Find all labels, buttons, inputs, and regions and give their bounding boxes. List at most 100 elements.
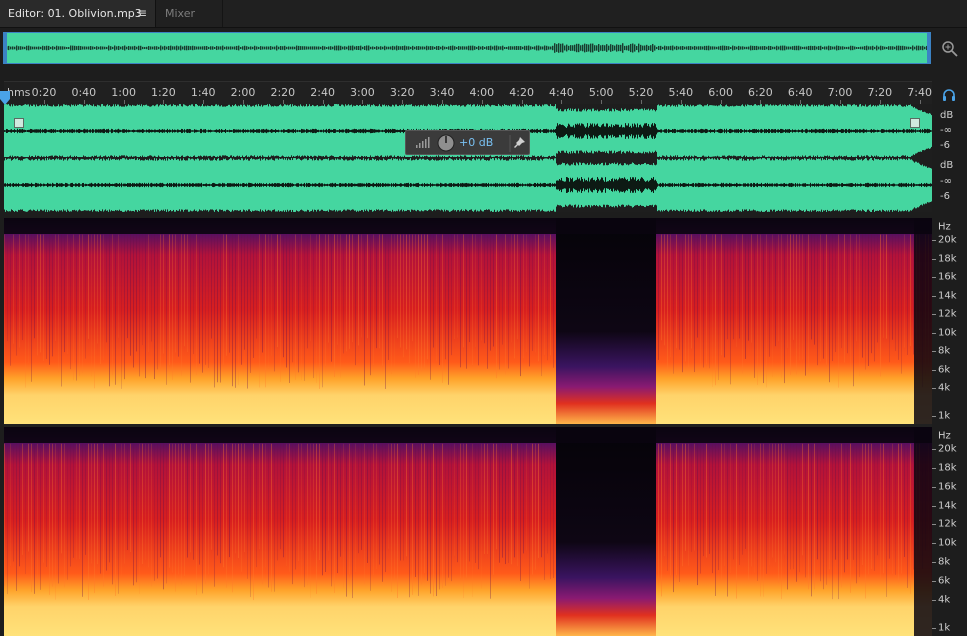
level-bars-icon xyxy=(416,137,430,148)
pin-icon[interactable] xyxy=(509,135,525,152)
waveform-centerline xyxy=(65,129,66,133)
spectrogram-streak xyxy=(682,234,683,373)
spectrogram-streak xyxy=(685,443,686,551)
waveform-centerline xyxy=(703,129,704,133)
gain-knob-icon[interactable] xyxy=(437,134,455,152)
overview-wave-sample xyxy=(586,44,588,52)
waveform-centerline xyxy=(612,178,613,192)
waveform-centerline xyxy=(575,123,576,139)
time-ruler[interactable]: hms 0:20 0:40 1:00 1:20 1:40 2:00 2:20 2:40 3:00… xyxy=(4,81,932,104)
overview-wave-sample xyxy=(878,46,880,50)
overview-wave-sample xyxy=(272,46,274,50)
waveform-centerline xyxy=(595,181,596,189)
overview-wave-sample xyxy=(868,46,870,50)
hz-label: 1k xyxy=(938,410,951,422)
waveform-centerline xyxy=(323,184,324,186)
waveform-centerline xyxy=(392,128,393,134)
spectrogram-streak xyxy=(352,443,353,599)
spectrogram-left-channel[interactable] xyxy=(4,218,932,424)
gain-hud[interactable]: +0 dB xyxy=(405,130,530,155)
resize-grip-icon[interactable] xyxy=(490,212,516,226)
waveform-centerline xyxy=(459,184,460,186)
fade-in-handle-icon[interactable] xyxy=(14,118,24,128)
zoom-icon[interactable] xyxy=(940,38,960,58)
overview-wave-sample xyxy=(22,46,24,50)
waveform-centerline xyxy=(472,183,473,187)
waveform-centerline xyxy=(713,129,714,133)
waveform-centerline xyxy=(155,129,156,133)
waveform-centerline xyxy=(90,183,91,187)
waveform-centerline xyxy=(845,183,846,187)
waveform-centerline xyxy=(24,183,25,187)
waveform-centerline xyxy=(523,184,524,186)
waveform-centerline xyxy=(859,129,860,133)
waveform-centerline xyxy=(111,183,112,187)
waveform-centerline xyxy=(323,129,324,133)
waveform-centerline xyxy=(16,183,17,187)
waveform-centerline xyxy=(881,183,882,187)
headphone-icon[interactable] xyxy=(943,86,955,101)
overview-wave-sample xyxy=(512,46,514,50)
waveform-centerline xyxy=(208,129,209,133)
overview-wave-sample xyxy=(60,46,62,50)
playhead-icon[interactable] xyxy=(0,90,10,105)
overview-wave-sample xyxy=(462,46,464,50)
waveform-display[interactable] xyxy=(4,104,932,212)
waveform-centerline xyxy=(55,129,56,133)
waveform-centerline xyxy=(371,128,372,134)
waveform-centerline xyxy=(572,177,573,193)
overview-wave-sample xyxy=(90,46,92,50)
spectrogram-streak xyxy=(724,234,725,358)
menu-icon[interactable]: ≡ xyxy=(137,0,147,27)
tab-mixer-label: Mixer xyxy=(165,7,196,20)
waveform-centerline xyxy=(592,123,593,139)
spectrogram-streak xyxy=(844,234,845,363)
spectrogram-streak xyxy=(58,443,59,584)
waveform-centerline xyxy=(657,183,658,187)
overview-wave-sample xyxy=(148,46,150,50)
waveform-centerline xyxy=(321,183,322,187)
overview-wave-sample xyxy=(140,45,142,51)
waveform-centerline xyxy=(31,182,32,188)
waveform-centerline xyxy=(615,179,616,191)
waveform-centerline xyxy=(387,129,388,133)
waveform-centerline xyxy=(271,183,272,187)
spectrogram-streak xyxy=(169,234,170,366)
overview-wave-sample xyxy=(578,43,580,53)
waveform-centerline xyxy=(586,179,587,191)
overview-wave-sample xyxy=(518,46,520,50)
waveform-centerline xyxy=(212,130,213,132)
waveform-centerline xyxy=(368,129,369,133)
spectrogram-streak xyxy=(274,443,275,592)
waveform-centerline xyxy=(646,181,647,189)
waveform-centerline xyxy=(344,130,345,132)
spectrogram-right-channel[interactable] xyxy=(4,427,932,636)
spectrogram-streak xyxy=(901,443,902,574)
waveform-centerline xyxy=(927,183,928,187)
spectrogram-streak xyxy=(487,443,488,555)
waveform-centerline xyxy=(581,177,582,193)
spectrogram-streak xyxy=(37,234,38,356)
overview-waveform[interactable] xyxy=(3,32,931,64)
waveform-centerline xyxy=(162,129,163,133)
waveform-centerline xyxy=(53,183,54,187)
waveform-centerline xyxy=(911,182,912,188)
waveform-centerline xyxy=(301,128,302,134)
waveform-centerline xyxy=(163,183,164,187)
overview-wave-sample xyxy=(112,46,114,50)
fade-out-handle-icon[interactable] xyxy=(910,118,920,128)
waveform-centerline xyxy=(826,183,827,187)
waveform-centerline xyxy=(136,130,137,132)
waveform-centerline xyxy=(805,183,806,187)
overview-wave-sample xyxy=(764,46,766,50)
spectrogram-streak xyxy=(862,443,863,566)
waveform-centerline xyxy=(460,183,461,187)
tab-mixer[interactable]: Mixer xyxy=(157,0,223,27)
waveform-centerline xyxy=(508,183,509,187)
waveform-centerline xyxy=(691,183,692,187)
waveform-centerline xyxy=(783,129,784,133)
spectrogram-streak xyxy=(844,443,845,573)
ruler-tick-label: 2:00 xyxy=(230,86,256,99)
tab-editor[interactable]: Editor: 01. Oblivion.mp3 ≡ xyxy=(0,0,156,27)
waveform-centerline xyxy=(342,129,343,133)
